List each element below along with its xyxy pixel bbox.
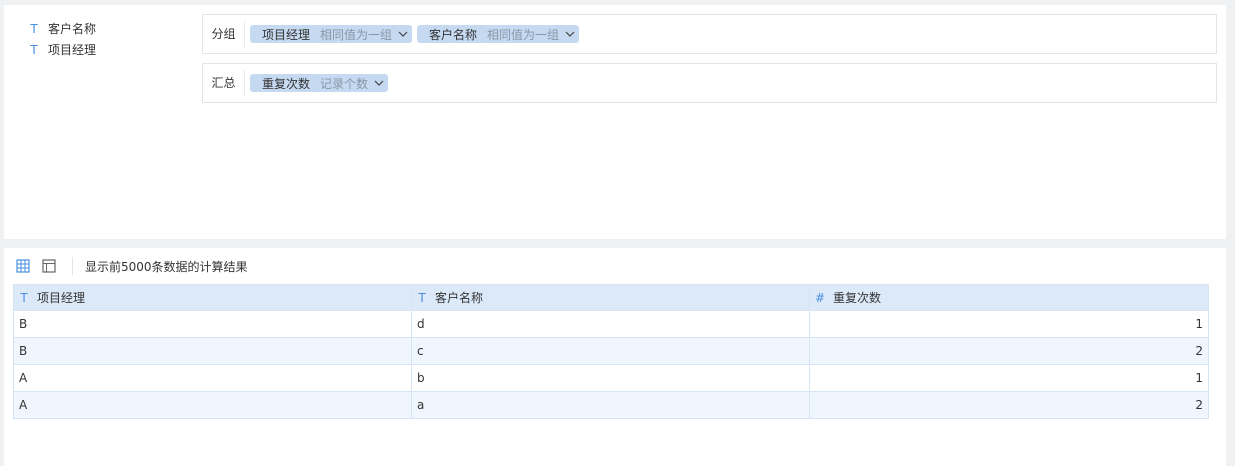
chip-agg: 相同值为一组 bbox=[320, 27, 393, 42]
table-cell: 2 bbox=[809, 337, 1209, 365]
result-panel: 显示前5000条数据的计算结果 T 项目经理 T 客户名称 # 重复次数 B d 1 bbox=[4, 248, 1226, 466]
table-view-icon[interactable] bbox=[16, 259, 30, 273]
result-toolbar: 显示前5000条数据的计算结果 bbox=[16, 257, 248, 275]
table-cell: a bbox=[411, 391, 810, 419]
text-type-icon: T bbox=[418, 291, 426, 305]
chip-agg: 相同值为一组 bbox=[487, 27, 560, 42]
text-type-icon: T bbox=[30, 42, 38, 57]
table-row: B c 2 bbox=[13, 337, 1209, 365]
chevron-down-icon[interactable] bbox=[374, 78, 384, 88]
toolbar-divider bbox=[72, 257, 73, 275]
chevron-down-icon[interactable] bbox=[565, 29, 575, 39]
field-label: 客户名称 bbox=[48, 22, 97, 36]
table-cell: A bbox=[13, 391, 412, 419]
chevron-down-icon[interactable] bbox=[398, 29, 408, 39]
field-label: 项目经理 bbox=[48, 43, 97, 57]
table-row: A a 2 bbox=[13, 391, 1209, 419]
chip-agg: 记录个数 bbox=[320, 76, 369, 91]
result-info-text: 显示前5000条数据的计算结果 bbox=[85, 259, 248, 274]
text-type-icon: T bbox=[30, 21, 38, 36]
column-label: 重复次数 bbox=[833, 291, 882, 305]
summary-title: 汇总 bbox=[203, 70, 245, 96]
layout-view-icon[interactable] bbox=[42, 259, 56, 273]
group-chip-manager[interactable]: 项目经理 相同值为一组 bbox=[250, 25, 413, 43]
group-chip-customer[interactable]: 客户名称 相同值为一组 bbox=[417, 25, 580, 43]
number-type-icon: # bbox=[815, 291, 826, 305]
group-title: 分组 bbox=[203, 21, 245, 47]
config-panel: T 客户名称 T 项目经理 分组 项目经理 相同值为一组 客户名称 相同值为一组… bbox=[4, 5, 1226, 239]
table-cell: 1 bbox=[809, 310, 1209, 338]
table-row: A b 1 bbox=[13, 364, 1209, 392]
table-cell: b bbox=[411, 364, 810, 392]
table-cell: 1 bbox=[809, 364, 1209, 392]
column-header-manager[interactable]: T 项目经理 bbox=[13, 284, 412, 311]
table-header-row: T 项目经理 T 客户名称 # 重复次数 bbox=[13, 284, 1209, 311]
group-box[interactable]: 分组 项目经理 相同值为一组 客户名称 相同值为一组 bbox=[202, 14, 1217, 54]
chip-name: 客户名称 bbox=[429, 27, 478, 42]
column-label: 项目经理 bbox=[37, 291, 86, 305]
table-cell: A bbox=[13, 364, 412, 392]
table-cell: B bbox=[13, 310, 412, 338]
chip-name: 重复次数 bbox=[262, 76, 311, 91]
result-table: T 项目经理 T 客户名称 # 重复次数 B d 1 B c 2 A b 1 A… bbox=[13, 284, 1209, 419]
text-type-icon: T bbox=[20, 291, 28, 305]
summary-box[interactable]: 汇总 重复次数 记录个数 bbox=[202, 63, 1217, 103]
field-item-manager[interactable]: T 项目经理 bbox=[24, 39, 96, 60]
column-header-customer[interactable]: T 客户名称 bbox=[411, 284, 810, 311]
table-cell: c bbox=[411, 337, 810, 365]
table-cell: d bbox=[411, 310, 810, 338]
table-row: B d 1 bbox=[13, 310, 1209, 338]
summary-chip-count[interactable]: 重复次数 记录个数 bbox=[250, 74, 389, 92]
column-header-count[interactable]: # 重复次数 bbox=[809, 284, 1209, 311]
table-cell: 2 bbox=[809, 391, 1209, 419]
column-label: 客户名称 bbox=[435, 291, 484, 305]
chip-name: 项目经理 bbox=[262, 27, 311, 42]
field-list: T 客户名称 T 项目经理 bbox=[24, 18, 96, 60]
table-cell: B bbox=[13, 337, 412, 365]
field-item-customer[interactable]: T 客户名称 bbox=[24, 18, 96, 39]
